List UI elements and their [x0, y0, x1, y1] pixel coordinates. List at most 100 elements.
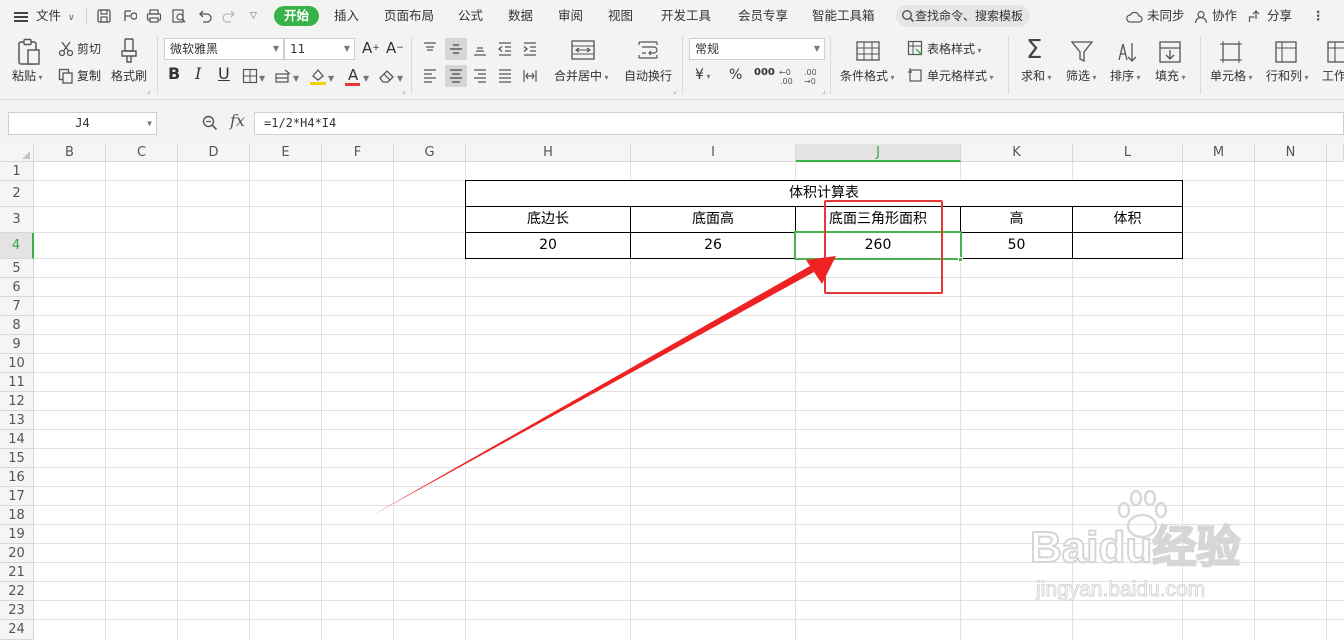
format-painter-icon[interactable] [119, 38, 139, 64]
row-header-8[interactable]: 8 [0, 316, 34, 335]
tab-review[interactable]: 审阅 [558, 6, 583, 26]
chevron-down-icon[interactable]: ▼ [328, 72, 334, 86]
command-search[interactable]: 查找命令、搜索模板 [896, 5, 1030, 27]
redo-icon[interactable] [221, 8, 237, 24]
tab-formulas[interactable]: 公式 [458, 6, 483, 26]
share-button[interactable]: 分享 [1248, 0, 1292, 32]
conditional-format-button[interactable]: 条件格式 ▾ [840, 69, 895, 85]
format-painter-button[interactable]: 格式刷 [111, 69, 147, 83]
group-expand-icon[interactable]: ⌟ [147, 84, 151, 98]
group-expand-icon[interactable]: ⌟ [402, 84, 406, 98]
tab-smart-tools[interactable]: 智能工具箱 [812, 6, 875, 26]
table-style-button[interactable]: 表格样式 ▾ [927, 42, 982, 58]
row-header-17[interactable]: 17 [0, 487, 34, 506]
row-header-13[interactable]: 13 [0, 411, 34, 430]
copy-button[interactable]: 复制 [77, 69, 101, 83]
number-format-select[interactable]: 常规 ▼ [689, 38, 825, 60]
header-cell-k3[interactable]: 高 [960, 206, 1073, 233]
row-header-1[interactable]: 1 [0, 162, 34, 181]
align-right-icon[interactable] [472, 68, 488, 84]
row-header-3[interactable]: 3 [0, 207, 34, 233]
row-header-5[interactable]: 5 [0, 259, 34, 278]
row-header-24[interactable]: 24 [0, 620, 34, 640]
worksheet-icon[interactable] [1326, 40, 1344, 64]
value-cell-k4[interactable]: 50 [960, 232, 1073, 259]
tab-developer[interactable]: 开发工具 [661, 6, 711, 26]
sync-status[interactable]: 未同步 [1126, 0, 1185, 32]
distributed-align-icon[interactable] [522, 68, 538, 84]
chevron-down-icon[interactable]: ▼ [363, 72, 369, 86]
row-header-12[interactable]: 12 [0, 392, 34, 411]
font-size-select[interactable]: 11 ▼ [284, 38, 355, 60]
formula-input[interactable]: =1/2*H4*I4 [254, 112, 1344, 135]
table-style-icon[interactable] [907, 40, 923, 56]
worksheet-button[interactable]: 工作 [1322, 69, 1344, 83]
row-header-16[interactable]: 16 [0, 468, 34, 487]
tab-insert[interactable]: 插入 [334, 6, 359, 26]
tab-page-layout[interactable]: 页面布局 [384, 6, 434, 26]
group-expand-icon[interactable]: ⌟ [822, 84, 826, 98]
increase-font-size-icon[interactable]: A+ [362, 41, 380, 56]
sort-icon[interactable] [1115, 40, 1139, 64]
row-header-23[interactable]: 23 [0, 601, 34, 620]
fill-button[interactable]: 填充 ▾ [1155, 69, 1186, 85]
cell-fill-icon[interactable] [274, 68, 292, 84]
customize-toolbar-icon[interactable]: ▽ [250, 0, 257, 32]
fill-color-icon[interactable] [309, 67, 327, 85]
tab-view[interactable]: 视图 [608, 6, 633, 26]
bold-button[interactable]: B [168, 66, 180, 82]
eraser-icon[interactable] [378, 68, 396, 84]
wrap-text-icon[interactable] [636, 40, 660, 60]
tab-member[interactable]: 会员专享 [738, 6, 788, 26]
more-icon[interactable]: ⋮ [1312, 0, 1325, 32]
sum-icon[interactable]: Σ [1026, 36, 1042, 64]
print-preview-icon[interactable] [171, 8, 187, 24]
font-color-icon[interactable]: A [345, 66, 361, 86]
sheet-grid[interactable]: B C D E F G H I J K L M N 1 2 3 4 5 6 7 [0, 144, 1344, 640]
column-header-partial[interactable] [1327, 144, 1344, 162]
thousands-separator-button[interactable]: 000 [754, 66, 775, 80]
paste-button[interactable]: 粘贴 ▾ [12, 69, 43, 85]
file-menu[interactable]: 文件 ∨ [14, 0, 75, 32]
row-header-15[interactable]: 15 [0, 449, 34, 468]
column-header-m[interactable]: M [1183, 144, 1255, 162]
align-top-icon[interactable] [422, 41, 438, 57]
undo-icon[interactable] [197, 8, 213, 24]
conditional-format-icon[interactable] [856, 41, 880, 61]
cut-button[interactable]: 剪切 [77, 42, 101, 56]
merge-center-button[interactable]: 合并居中 ▾ [554, 69, 609, 85]
column-header-n[interactable]: N [1255, 144, 1327, 162]
cell-style-icon[interactable] [907, 67, 923, 83]
chevron-down-icon[interactable]: ▼ [293, 72, 299, 86]
row-column-icon[interactable] [1274, 40, 1298, 64]
row-header-10[interactable]: 10 [0, 354, 34, 373]
row-column-button[interactable]: 行和列 ▾ [1266, 69, 1309, 85]
column-header-i[interactable]: I [631, 144, 796, 162]
align-bottom-icon[interactable] [472, 41, 488, 57]
column-header-d[interactable]: D [178, 144, 250, 162]
cell-button[interactable]: 单元格 ▾ [1210, 69, 1253, 85]
value-cell-l4[interactable] [1072, 232, 1183, 259]
borders-icon[interactable] [242, 68, 258, 84]
row-header-11[interactable]: 11 [0, 373, 34, 392]
increase-indent-icon[interactable] [522, 41, 538, 57]
row-header-9[interactable]: 9 [0, 335, 34, 354]
header-cell-l3[interactable]: 体积 [1072, 206, 1183, 233]
row-header-22[interactable]: 22 [0, 582, 34, 601]
row-header-2[interactable]: 2 [0, 181, 34, 207]
font-name-select[interactable]: 微软雅黑 ▼ [164, 38, 284, 60]
export-icon[interactable] [121, 8, 137, 24]
column-header-h[interactable]: H [466, 144, 631, 162]
cell-style-button[interactable]: 单元格样式 ▾ [927, 69, 994, 85]
sum-button[interactable]: 求和 ▾ [1021, 69, 1052, 85]
italic-button[interactable]: I [195, 66, 201, 82]
wrap-text-button[interactable]: 自动换行 [624, 69, 672, 83]
align-left-icon[interactable] [422, 68, 438, 84]
print-icon[interactable] [146, 8, 162, 24]
cell-icon[interactable] [1219, 40, 1243, 64]
row-header-4[interactable]: 4 [0, 233, 34, 259]
column-header-j[interactable]: J [796, 144, 961, 162]
tab-data[interactable]: 数据 [508, 6, 533, 26]
row-header-7[interactable]: 7 [0, 297, 34, 316]
column-header-l[interactable]: L [1073, 144, 1183, 162]
